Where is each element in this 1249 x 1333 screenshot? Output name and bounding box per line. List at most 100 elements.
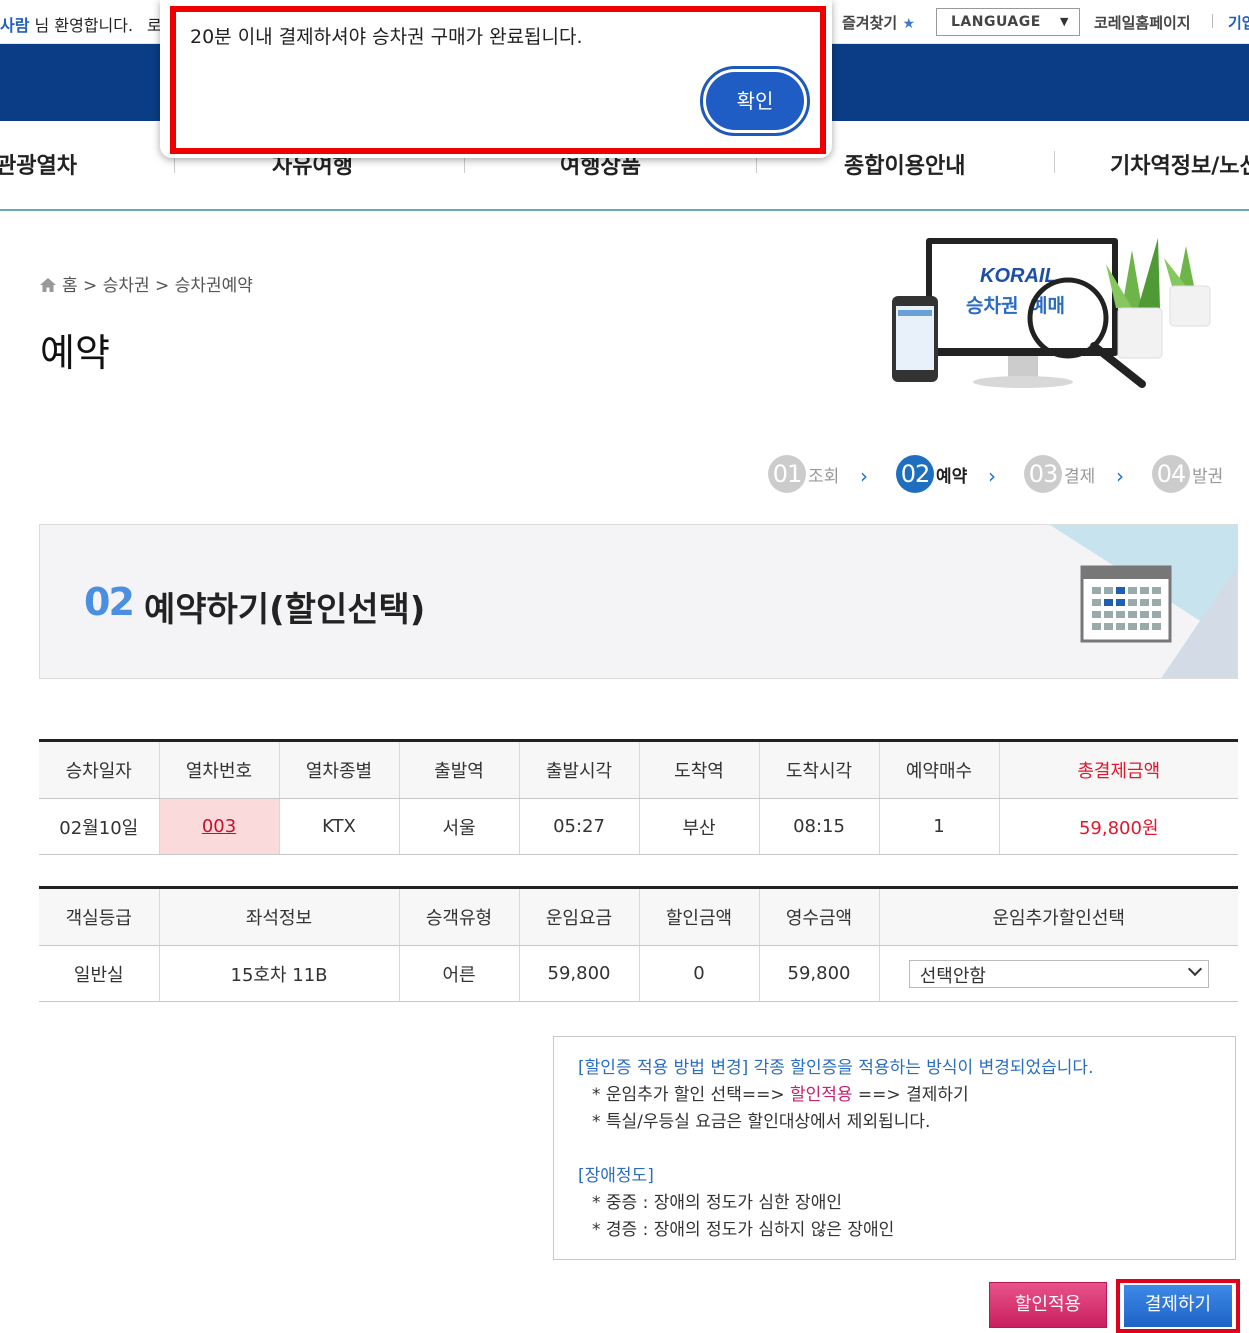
alert-message: 20분 이내 결제하셔야 승차권 구매가 완료됩니다. [190, 26, 583, 48]
notice-line: * 경증 : 장애의 정도가 심하지 않은 장애인 [592, 1220, 895, 1240]
business-link[interactable]: 기업 [1228, 12, 1249, 33]
reservation-illustration: KORAIL 승차권 예매 [892, 238, 1211, 388]
chevron-down-icon [1187, 961, 1202, 976]
cell-extra-discount: 선택안함 [879, 945, 1238, 1002]
fare-info-table: 객실등급 좌석정보 승객유형 운임요금 할인금액 영수금액 운임추가할인선택 일… [39, 886, 1238, 1002]
train-number-link[interactable]: 003 [202, 816, 236, 837]
step-label: 결제 [1064, 466, 1096, 487]
header-arrival-time: 도착시각 [759, 740, 880, 799]
cell-discount-amount: 0 [639, 945, 760, 1002]
cell-departure-station: 서울 [399, 798, 520, 855]
step-payment: 03 결제 [1024, 455, 1095, 495]
header-train-no: 열차번호 [159, 740, 280, 799]
header-date: 승차일자 [39, 740, 160, 799]
language-label: LANGUAGE [951, 14, 1041, 30]
step-label: 조회 [808, 466, 840, 487]
cell-arrival-time: 08:15 [759, 798, 880, 855]
dropdown-arrow-icon: ▼ [1060, 15, 1069, 28]
section-banner: 02 예약하기(할인선택) [39, 524, 1238, 679]
step-issue: 04 발권 [1152, 455, 1223, 495]
pay-button[interactable]: 결제하기 [1124, 1285, 1232, 1327]
table-row: 일반실 15호차 11B 어른 59,800 0 59,800 선택안함 [39, 945, 1238, 1002]
step-label: 발권 [1192, 466, 1224, 487]
chevron-right-icon: › [988, 464, 996, 488]
step-reservation: 02 예약 [896, 455, 967, 495]
divider [1212, 14, 1213, 28]
header-ticket-count: 예약매수 [879, 740, 1000, 799]
trip-info-table: 승차일자 열차번호 열차종별 출발역 출발시각 도착역 도착시각 예약매수 총결… [39, 739, 1238, 855]
apply-discount-button[interactable]: 할인적용 [989, 1282, 1107, 1328]
table-row: 02월10일 003 KTX 서울 05:27 부산 08:15 1 59,80… [39, 798, 1238, 855]
cell-seat-info: 15호차 11B [159, 945, 400, 1002]
notice-text: 각종 할인증을 적용하는 방식이 변경되었습니다. [748, 1058, 1094, 1078]
discount-notice: [할인증 적용 방법 변경] 각종 할인증을 적용하는 방식이 변경되었습니다.… [553, 1036, 1236, 1260]
hero-brand: KORAIL [980, 265, 1057, 287]
breadcrumb: 홈 > 승차권 > 승차권예약 [40, 271, 253, 296]
header-departure-time: 출발시각 [519, 740, 640, 799]
notice-line: * 특실/우등실 요금은 할인대상에서 제외됩니다. [592, 1112, 931, 1132]
cell-total-amount: 59,800원 [999, 798, 1238, 855]
notice-heading: [할인증 적용 방법 변경] [578, 1058, 749, 1078]
user-name: 사람 [0, 16, 30, 35]
home-icon [40, 278, 56, 292]
cell-train-type: KTX [279, 798, 400, 855]
notice-text: ==> 결제하기 [852, 1085, 969, 1105]
header-passenger-type: 승객유형 [399, 887, 520, 946]
breadcrumb-tickets[interactable]: 승차권 [103, 276, 150, 296]
notice-spacer [578, 1136, 1211, 1163]
header-seat-info: 좌석정보 [159, 887, 400, 946]
notice-line: [할인증 적용 방법 변경] 각종 할인증을 적용하는 방식이 변경되었습니다. [578, 1055, 1211, 1082]
notice-line: * 중증 : 장애의 정도가 심한 장애인 [592, 1193, 842, 1213]
cell-class: 일반실 [39, 945, 160, 1002]
breadcrumb-separator: > [155, 276, 175, 296]
notice-line: * 운임추가 할인 선택==> 할인적용 ==> 결제하기 [578, 1082, 1211, 1109]
chevron-right-icon: › [860, 464, 868, 488]
step-number: 01 [768, 455, 806, 493]
cell-arrival-station: 부산 [639, 798, 760, 855]
section-title: 예약하기(할인선택) [144, 590, 426, 630]
header-extra-discount: 운임추가할인선택 [879, 887, 1238, 946]
header-train-type: 열차종별 [279, 740, 400, 799]
calendar-icon [1050, 525, 1237, 678]
nav-item-tour-train[interactable]: 관광열차 [0, 148, 77, 180]
header-departure-station: 출발역 [399, 740, 520, 799]
hero-caption-a: 승차권 [966, 295, 1018, 317]
discount-select[interactable]: 선택안함 [908, 959, 1209, 988]
discount-select-value: 선택안함 [919, 965, 986, 987]
chevron-right-icon: › [1116, 464, 1124, 488]
header-arrival-station: 도착역 [639, 740, 760, 799]
welcome-text: 님 환영합니다. [29, 16, 134, 35]
breadcrumb-separator: > [83, 276, 103, 296]
notice-highlight: 할인적용 [789, 1085, 853, 1105]
favorites-label: 즐겨찾기 [842, 14, 898, 32]
step-number: 04 [1152, 455, 1190, 493]
confirm-button[interactable]: 확인 [706, 72, 804, 130]
cell-departure-time: 05:27 [519, 798, 640, 855]
cell-train-no: 003 [159, 798, 280, 855]
korail-home-link[interactable]: 코레일홈페이지 [1094, 12, 1191, 33]
breadcrumb-reservation[interactable]: 승차권예약 [175, 276, 253, 296]
nav-divider [1054, 151, 1055, 173]
nav-item-general-guide[interactable]: 종합이용안내 [844, 148, 965, 180]
notice-heading: [장애정도] [578, 1166, 654, 1186]
header-total-amount: 총결제금액 [999, 740, 1238, 799]
step-inquiry: 01 조회 [768, 455, 839, 495]
page-title: 예약 [40, 331, 110, 375]
favorites-link[interactable]: 즐겨찾기 ★ [842, 12, 915, 33]
progress-steps: 01 조회 › 02 예약 › 03 결제 › 04 발권 [768, 455, 1248, 495]
cell-paid-amount: 59,800 [759, 945, 880, 1002]
star-icon: ★ [902, 16, 915, 32]
language-select[interactable]: LANGUAGE ▼ [936, 8, 1080, 36]
step-label: 예약 [936, 466, 968, 487]
cell-fare: 59,800 [519, 945, 640, 1002]
breadcrumb-home[interactable]: 홈 [62, 276, 78, 296]
nav-item-station-info[interactable]: 기차역정보/노선 [1110, 148, 1249, 180]
notice-text: * 운임추가 할인 선택==> [592, 1085, 790, 1105]
header-paid-amount: 영수금액 [759, 887, 880, 946]
cell-passenger-type: 어른 [399, 945, 520, 1002]
step-number: 03 [1024, 455, 1062, 493]
header-class: 객실등급 [39, 887, 160, 946]
step-number: 02 [896, 455, 934, 493]
section-number: 02 [84, 580, 135, 624]
welcome-message: 사람 님 환영합니다. 로 [0, 12, 162, 36]
